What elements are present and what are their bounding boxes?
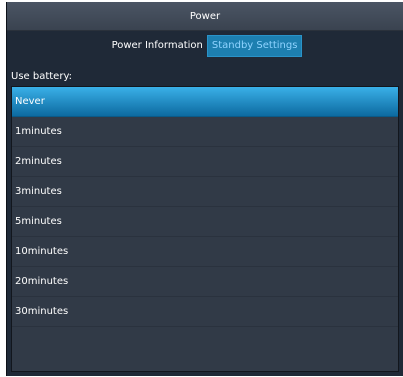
- tab-standby-settings[interactable]: Standby Settings: [206, 35, 303, 57]
- title-bar: Power: [7, 2, 403, 31]
- option-3minutes[interactable]: 3minutes: [12, 177, 398, 207]
- option-30minutes[interactable]: 30minutes: [12, 297, 398, 327]
- option-label: 2minutes: [15, 156, 62, 167]
- option-label: 20minutes: [15, 276, 69, 287]
- option-label: 5minutes: [15, 216, 62, 227]
- option-10minutes[interactable]: 10minutes: [12, 237, 398, 267]
- option-label: 10minutes: [15, 246, 69, 257]
- option-20minutes[interactable]: 20minutes: [12, 267, 398, 297]
- option-2minutes[interactable]: 2minutes: [12, 147, 398, 177]
- option-label: 1minutes: [15, 126, 62, 137]
- section-label-text: Use battery:: [11, 70, 73, 82]
- standby-options-list: Never 1minutes 2minutes 3minutes 5minute…: [11, 86, 399, 372]
- use-battery-label: Use battery:: [7, 65, 403, 87]
- option-never[interactable]: Never: [12, 87, 398, 117]
- option-label: Never: [15, 96, 45, 107]
- window-title: Power: [189, 10, 221, 22]
- option-label: 3minutes: [15, 186, 62, 197]
- tab-bar: Power Information Standby Settings: [7, 32, 403, 60]
- tab-power-information[interactable]: Power Information: [108, 36, 207, 56]
- power-window: Power Power Information Standby Settings…: [6, 2, 403, 376]
- option-label: 30minutes: [15, 306, 69, 317]
- option-5minutes[interactable]: 5minutes: [12, 207, 398, 237]
- option-1minutes[interactable]: 1minutes: [12, 117, 398, 147]
